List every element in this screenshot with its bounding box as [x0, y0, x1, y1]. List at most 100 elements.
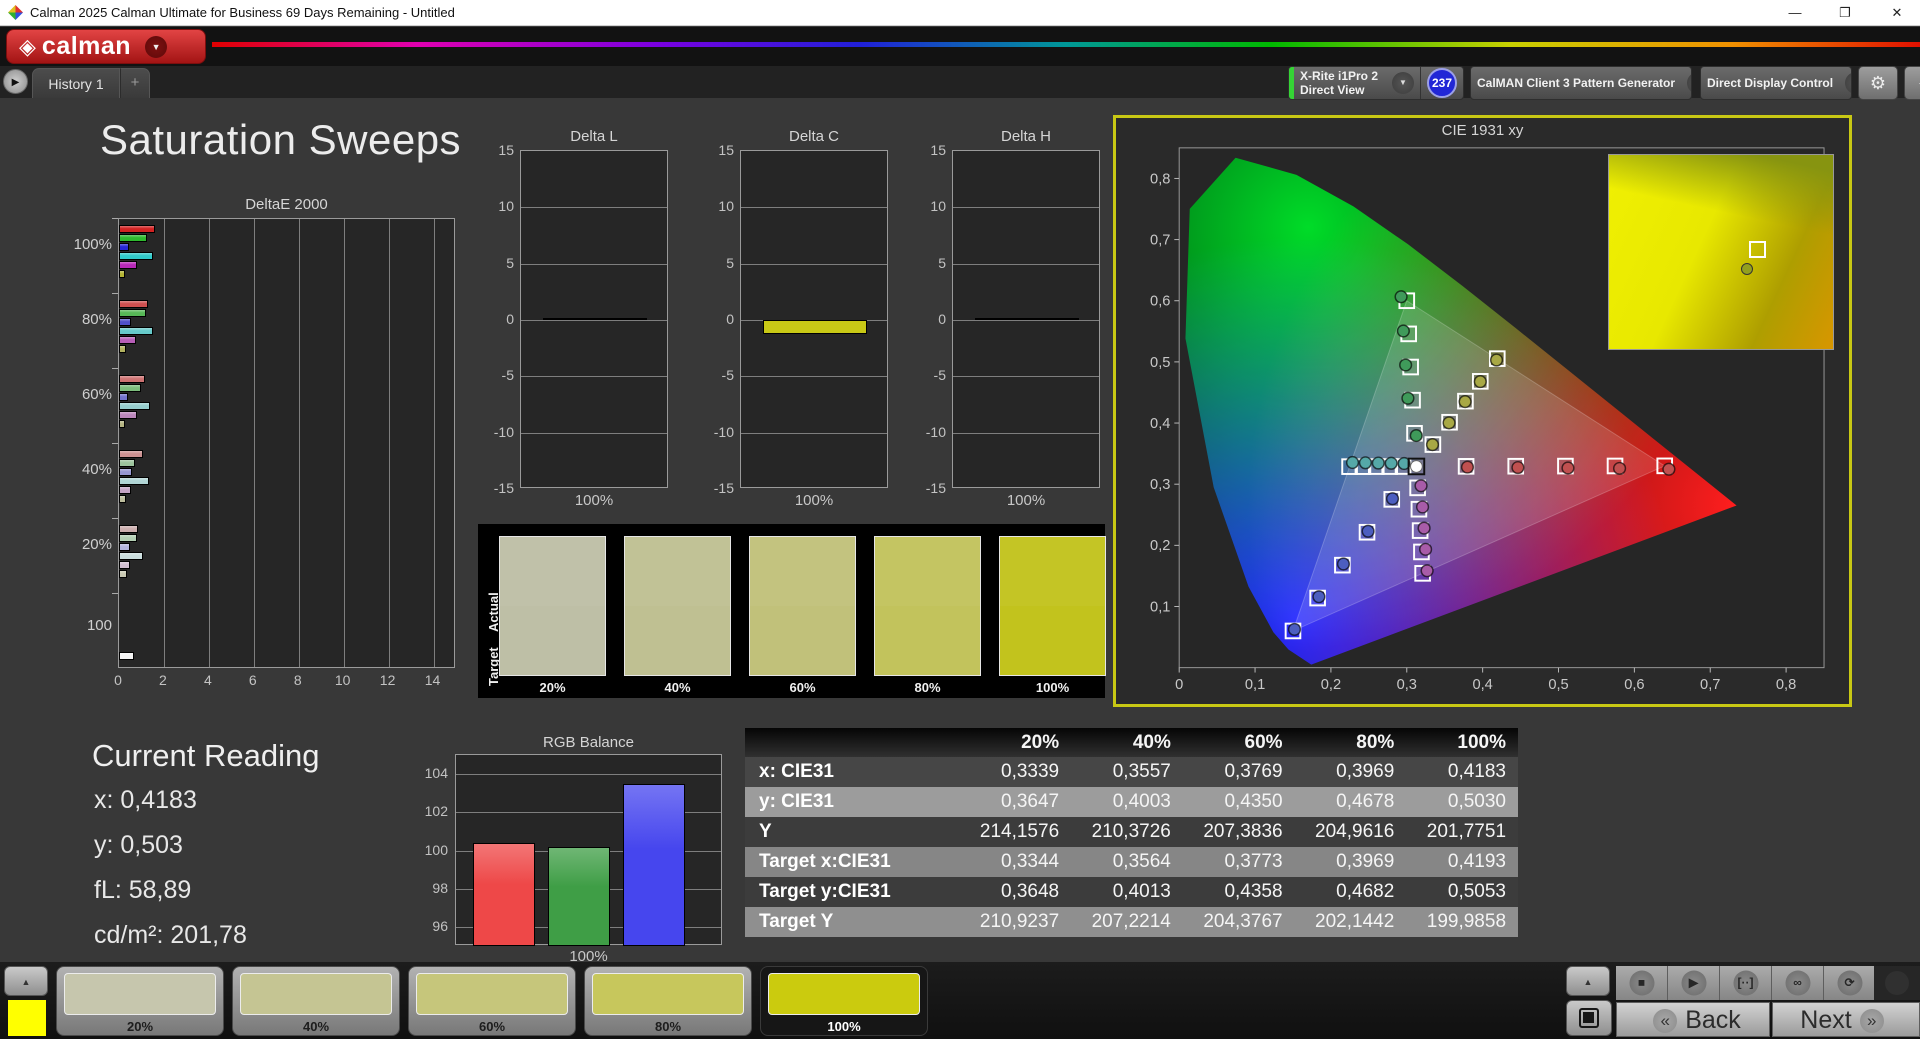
chevron-down-icon[interactable]: ▼ [145, 35, 168, 58]
stop-button[interactable]: ■ [1616, 966, 1668, 1000]
minimize-button[interactable]: — [1780, 2, 1810, 24]
svg-text:0,3: 0,3 [1150, 477, 1170, 493]
gridline [953, 320, 1099, 321]
swatch-actual-half [625, 537, 730, 606]
next-chevrons-icon: » [1859, 1009, 1884, 1034]
cell-value: 0,4013 [1112, 881, 1171, 902]
logo-bar: ◈ calman ▼ [0, 27, 1920, 66]
back-button[interactable]: «Back [1616, 1002, 1770, 1037]
swatch-actual-half [1000, 537, 1105, 606]
settings-gear-button[interactable]: ⚙ [1858, 66, 1898, 100]
bar-80%-3 [119, 327, 153, 335]
pattern-chip [768, 973, 920, 1015]
x-tick-label: 4 [203, 672, 212, 688]
actual-cyan [1371, 456, 1385, 470]
transport-up-button[interactable]: ▲ [1566, 966, 1610, 996]
add-tab-button[interactable]: + [120, 68, 150, 98]
cell-value: 207,3836 [1203, 821, 1283, 842]
y-tick-label: 0 [506, 311, 514, 327]
measure-button[interactable]: [··] [1720, 966, 1772, 1000]
rgb-bar-red [473, 842, 535, 946]
pattern-panel-up-button[interactable]: ▲ [4, 966, 48, 996]
x-tick-label: 14 [424, 672, 441, 688]
deltae-plot [118, 218, 455, 668]
chevron-down-icon[interactable]: ▼ [1687, 72, 1691, 94]
pattern-button-100%[interactable]: 100% [760, 966, 928, 1036]
pattern-button-60%[interactable]: 60% [408, 966, 576, 1036]
swatch-label: 20% [539, 680, 566, 695]
y-tick-label: -15 [925, 480, 946, 496]
actual-red [1460, 460, 1475, 474]
measurement-count-badge: 237 [1427, 68, 1457, 98]
actual-magenta [1414, 479, 1428, 493]
bar-100-0 [119, 652, 134, 660]
actual-blue [1287, 622, 1302, 637]
delta-title: Delta H [1000, 128, 1052, 145]
x-tick-label: 6 [248, 672, 257, 688]
gridline [953, 376, 1099, 378]
y-tick [112, 443, 118, 444]
meter-label: X-Rite i1Pro 2 Direct View [1300, 69, 1379, 97]
group-label: 80% [81, 311, 112, 328]
y-tick-label: 15 [930, 142, 946, 158]
chevron-down-icon[interactable]: ▼ [1392, 72, 1414, 94]
page-title: Saturation Sweeps [100, 116, 462, 163]
y-tick-label: -5 [721, 367, 734, 384]
pattern-window-button[interactable] [1566, 1000, 1612, 1036]
chevron-down-icon[interactable]: ▼ [1845, 72, 1851, 94]
bar-80%-2 [119, 318, 132, 326]
restore-button[interactable]: ❐ [1830, 2, 1860, 24]
pattern-button-40%[interactable]: 40% [232, 966, 400, 1036]
x-tick-label: 8 [293, 672, 302, 688]
pattern-button-80%[interactable]: 80% [584, 966, 752, 1036]
refresh-icon: ⟳ [1837, 970, 1862, 996]
cell-value: 214,1576 [979, 821, 1060, 842]
swatch-80% [874, 536, 981, 676]
bar-40%-0 [119, 450, 143, 458]
svg-text:0: 0 [1175, 677, 1183, 693]
run-tab-button[interactable]: ▶ [3, 69, 28, 94]
cell-value: 207,2214 [1091, 911, 1171, 932]
tab-history-1[interactable]: History 1 [32, 68, 120, 98]
refresh-button[interactable]: ⟳ [1824, 966, 1876, 1000]
svg-text:0,8: 0,8 [1150, 171, 1170, 187]
pattern-toolbar: ▲ 20% 40% 60% 80% 100% ▲ ■ ▶ [··] ∞ ⟳ «Back Next… [0, 962, 1920, 1039]
current-reading-title: Current Reading [92, 738, 320, 773]
cell-value: 202,1442 [1315, 911, 1395, 932]
y-tick-label: 5 [506, 254, 514, 271]
bar-60%-5 [119, 420, 125, 428]
table-header-row: 20% 40% 60% 80% 100% [745, 728, 1518, 757]
gridline [208, 219, 210, 667]
y-tick [112, 218, 118, 219]
bar-20%-1 [119, 534, 137, 542]
gridline [521, 207, 667, 209]
cie-chart-title: CIE 1931 xy [1441, 122, 1524, 139]
actual-green [1396, 324, 1410, 338]
continuous-icon: ∞ [1785, 970, 1810, 996]
bar-100%-3 [119, 252, 153, 260]
y-tick-label: -5 [933, 367, 946, 384]
gridline [433, 219, 435, 667]
actual-green [1409, 428, 1423, 443]
row-label: Target y:CIE31 [759, 881, 891, 902]
meter-dropdown-2[interactable]: CalMAN Client 3 Pattern Generator ▼ [1470, 66, 1692, 100]
meter-dropdown-1[interactable]: X-Rite i1Pro 2 Direct View ▼ 237 [1288, 66, 1464, 100]
next-button[interactable]: Next» [1772, 1002, 1920, 1037]
calman-menu-button[interactable]: ◈ calman ▼ [6, 29, 206, 64]
y-tick [112, 593, 118, 594]
meter-dropdown-3[interactable]: Direct Display Control ▼ [1700, 66, 1852, 100]
measure-icon: [··] [1733, 970, 1758, 996]
x-tick-label: 2 [159, 672, 167, 688]
play-button[interactable]: ▶ [1668, 966, 1720, 1000]
pattern-button-20%[interactable]: 20% [56, 966, 224, 1036]
svg-text:0,3: 0,3 [1397, 677, 1417, 693]
close-button[interactable]: ✕ [1882, 2, 1912, 24]
collapse-panel-button[interactable]: ◀ [1904, 66, 1920, 100]
cell-value: 0,5030 [1447, 791, 1507, 812]
continuous-button[interactable]: ∞ [1772, 966, 1824, 1000]
y-tick-label: -5 [501, 367, 514, 384]
delta-h-plot [952, 150, 1100, 488]
table-row: y: CIE31 0,3647 0,4003 0,4350 0,4678 0,5030 [745, 787, 1518, 817]
header-col-label [745, 728, 959, 757]
cell-value: 201,7751 [1426, 821, 1507, 842]
